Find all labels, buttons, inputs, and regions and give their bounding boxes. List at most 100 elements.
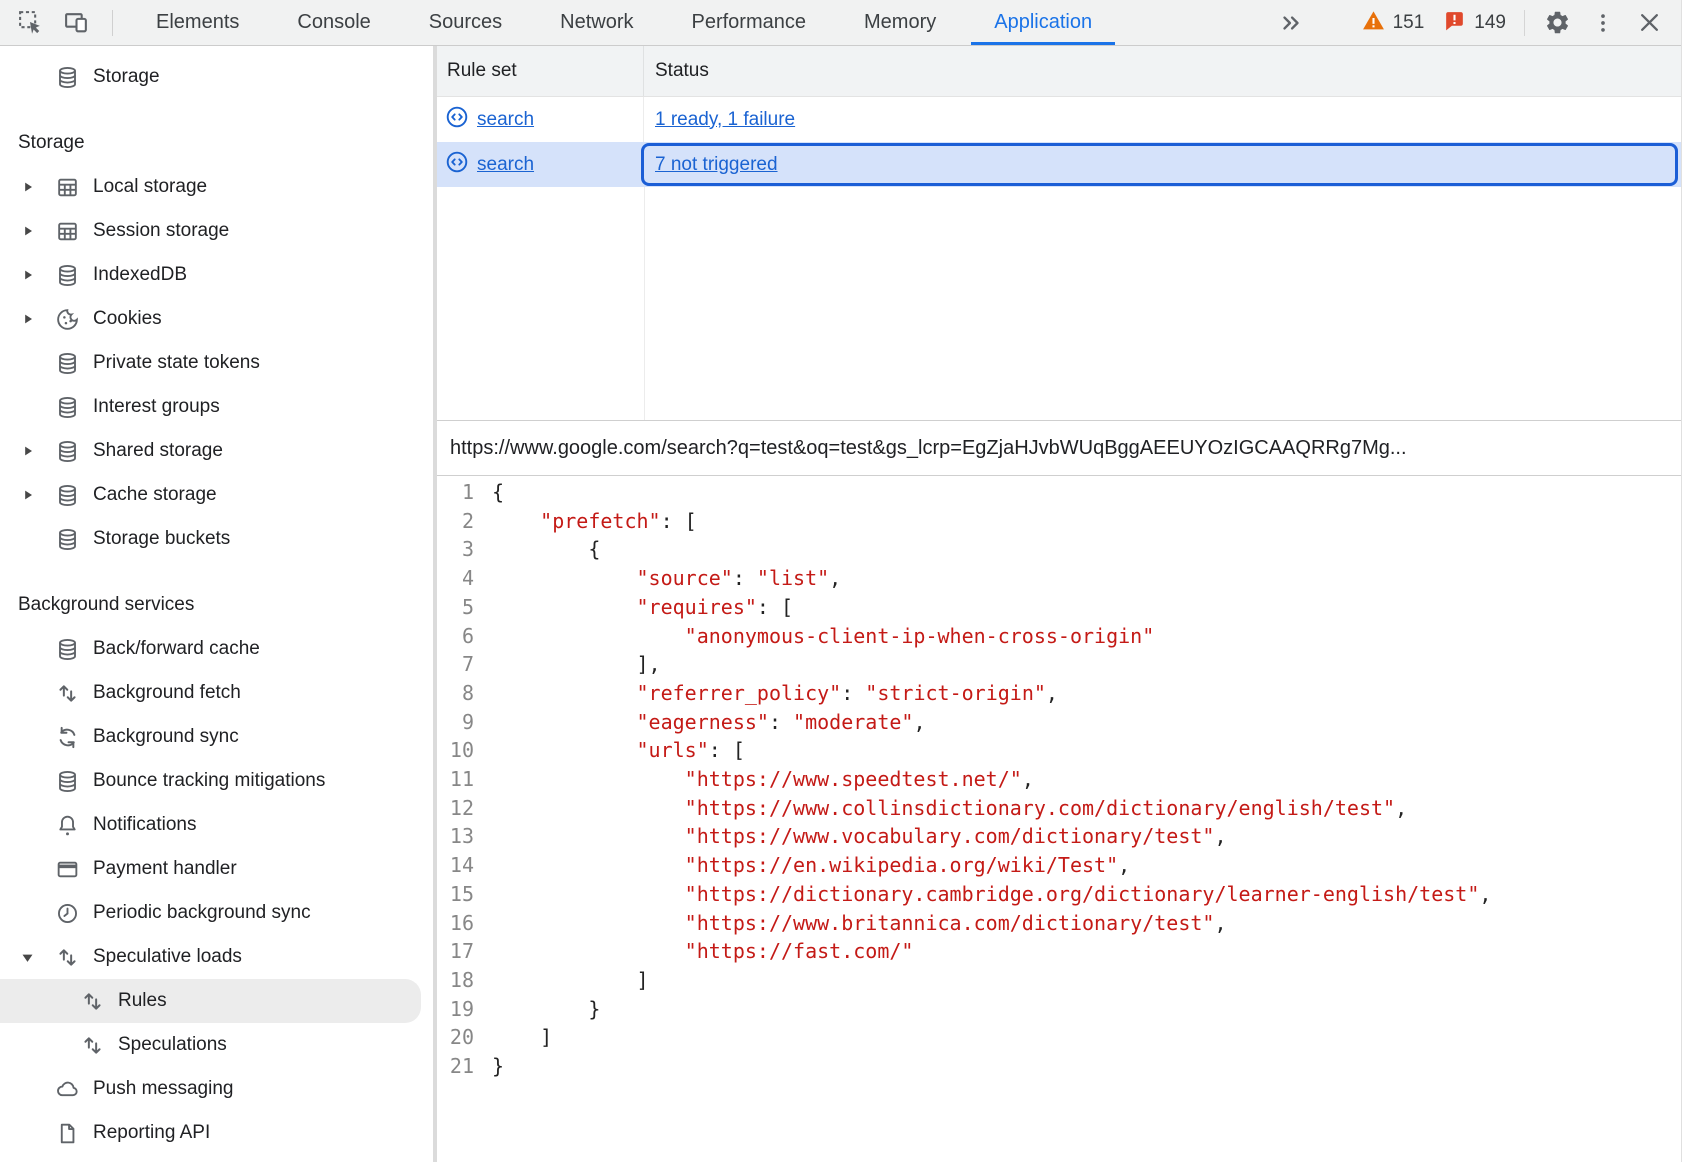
database-icon xyxy=(55,527,80,552)
line-number: 18 xyxy=(437,966,474,995)
code-line: } xyxy=(492,995,1491,1024)
database-icon xyxy=(55,263,80,288)
tab-performance[interactable]: Performance xyxy=(663,0,836,45)
bell-icon xyxy=(55,813,80,838)
sidebar-item-shared-storage[interactable]: Shared storage xyxy=(0,429,421,473)
sidebar-item-background-fetch[interactable]: Background fetch xyxy=(0,671,421,715)
sidebar-section-title-background-services: Background services xyxy=(0,583,433,627)
ruleset-link[interactable]: search xyxy=(477,109,534,131)
chevron-right-icon[interactable] xyxy=(0,181,55,193)
chevron-right-icon[interactable] xyxy=(0,489,55,501)
database-icon xyxy=(55,637,80,662)
tab-application[interactable]: Application xyxy=(965,0,1121,45)
sidebar-item-speculative-loads[interactable]: Speculative loads xyxy=(0,935,421,979)
sidebar-section-title-storage: Storage xyxy=(0,121,433,165)
sidebar-item-interest-groups[interactable]: Interest groups xyxy=(0,385,421,429)
sidebar-item-push-messaging[interactable]: Push messaging xyxy=(0,1067,421,1111)
tab-elements[interactable]: Elements xyxy=(127,0,268,45)
line-number: 21 xyxy=(437,1052,474,1081)
ruleset-cell: search xyxy=(437,142,644,187)
device-toolbar-icon[interactable] xyxy=(58,5,94,41)
sidebar-item-label: Cache storage xyxy=(93,484,217,506)
code-line: "eagerness": "moderate", xyxy=(492,708,1491,737)
database-icon xyxy=(55,65,80,90)
warnings-counter[interactable]: 151 xyxy=(1361,8,1425,38)
ruleset-link[interactable]: search xyxy=(477,154,534,176)
sidebar-item-back-forward-cache[interactable]: Back/forward cache xyxy=(0,627,421,671)
sidebar-item-label: Bounce tracking mitigations xyxy=(93,770,325,792)
line-number: 13 xyxy=(437,822,474,851)
sidebar-item-rules[interactable]: Rules xyxy=(0,979,421,1023)
line-number: 8 xyxy=(437,679,474,708)
sidebar-item-label: Background fetch xyxy=(93,682,241,704)
line-number: 19 xyxy=(437,995,474,1024)
sidebar-item-reporting-api[interactable]: Reporting API xyxy=(0,1111,421,1155)
ruleset-table: Rule set Status search 1 ready, 1 failure… xyxy=(437,46,1681,421)
sidebar-item-indexeddb[interactable]: IndexedDB xyxy=(0,253,421,297)
chevron-right-icon[interactable] xyxy=(0,445,55,457)
rule-set-column-filler xyxy=(437,187,645,420)
table-row[interactable]: search 1 ready, 1 failure xyxy=(437,97,1681,142)
column-header-rule-set[interactable]: Rule set xyxy=(437,46,644,96)
chevron-right-icon[interactable] xyxy=(0,313,55,325)
chevron-down-icon[interactable] xyxy=(0,951,55,964)
ruleset-source-url: https://www.google.com/search?q=test&oq=… xyxy=(437,421,1681,476)
card-icon xyxy=(55,857,80,882)
table-row[interactable]: search 7 not triggered xyxy=(437,142,1681,187)
line-number: 9 xyxy=(437,708,474,737)
table-icon xyxy=(55,219,80,244)
line-number: 7 xyxy=(437,650,474,679)
column-header-status[interactable]: Status xyxy=(644,46,709,96)
code-line: "https://www.vocabulary.com/dictionary/t… xyxy=(492,822,1491,851)
sidebar-item-speculations[interactable]: Speculations xyxy=(0,1023,421,1067)
sidebar-item-local-storage[interactable]: Local storage xyxy=(0,165,421,209)
chevron-right-icon[interactable] xyxy=(0,269,55,281)
devtools-tabbar: ElementsConsoleSourcesNetworkPerformance… xyxy=(0,0,1681,46)
code-line: "source": "list", xyxy=(492,564,1491,593)
error-count: 149 xyxy=(1474,12,1506,34)
status-cell: 1 ready, 1 failure xyxy=(644,97,1681,142)
sidebar-item-background-sync[interactable]: Background sync xyxy=(0,715,421,759)
database-icon xyxy=(55,395,80,420)
sidebar-item-storage-buckets[interactable]: Storage buckets xyxy=(0,517,421,561)
sidebar-item-cookies[interactable]: Cookies xyxy=(0,297,421,341)
status-link[interactable]: 1 ready, 1 failure xyxy=(655,109,795,131)
status-link[interactable]: 7 not triggered xyxy=(655,154,778,176)
sidebar-item-cache-storage[interactable]: Cache storage xyxy=(0,473,421,517)
code-line: { xyxy=(492,478,1491,507)
code-line: "https://www.britannica.com/dictionary/t… xyxy=(492,909,1491,938)
close-icon[interactable] xyxy=(1631,5,1667,41)
tab-network[interactable]: Network xyxy=(531,0,662,45)
updown-icon xyxy=(55,681,80,706)
code-line: "urls": [ xyxy=(492,736,1491,765)
line-number: 17 xyxy=(437,937,474,966)
sidebar-item-periodic-background-sync[interactable]: Periodic background sync xyxy=(0,891,421,935)
sidebar-item-storage[interactable]: Storage xyxy=(0,55,421,99)
sidebar-item-label: Local storage xyxy=(93,176,207,198)
application-sidebar[interactable]: Storage Storage Local storage Session stora… xyxy=(0,46,437,1162)
chevron-right-icon[interactable] xyxy=(0,225,55,237)
sidebar-item-notifications[interactable]: Notifications xyxy=(0,803,421,847)
sidebar-item-bounce-tracking-mitigations[interactable]: Bounce tracking mitigations xyxy=(0,759,421,803)
settings-gear-icon[interactable] xyxy=(1539,5,1575,41)
errors-counter[interactable]: 149 xyxy=(1442,8,1506,38)
sidebar-item-private-state-tokens[interactable]: Private state tokens xyxy=(0,341,421,385)
tab-console[interactable]: Console xyxy=(268,0,399,45)
kebab-menu-icon[interactable] xyxy=(1585,5,1621,41)
status-cell: 7 not triggered xyxy=(644,142,1681,187)
updown-icon xyxy=(80,1033,105,1058)
tab-memory[interactable]: Memory xyxy=(835,0,965,45)
sync-icon xyxy=(55,725,80,750)
code-circle-icon xyxy=(445,105,469,135)
error-icon xyxy=(1442,8,1467,38)
tab-sources[interactable]: Sources xyxy=(400,0,531,45)
sidebar-item-session-storage[interactable]: Session storage xyxy=(0,209,421,253)
database-icon xyxy=(55,769,80,794)
warning-icon xyxy=(1361,8,1386,38)
sidebar-item-payment-handler[interactable]: Payment handler xyxy=(0,847,421,891)
sidebar-item-label: Background sync xyxy=(93,726,239,748)
more-tabs-button[interactable] xyxy=(1273,5,1309,41)
inspect-icon[interactable] xyxy=(12,5,48,41)
sidebar-item-label: Interest groups xyxy=(93,396,220,418)
line-number: 12 xyxy=(437,794,474,823)
